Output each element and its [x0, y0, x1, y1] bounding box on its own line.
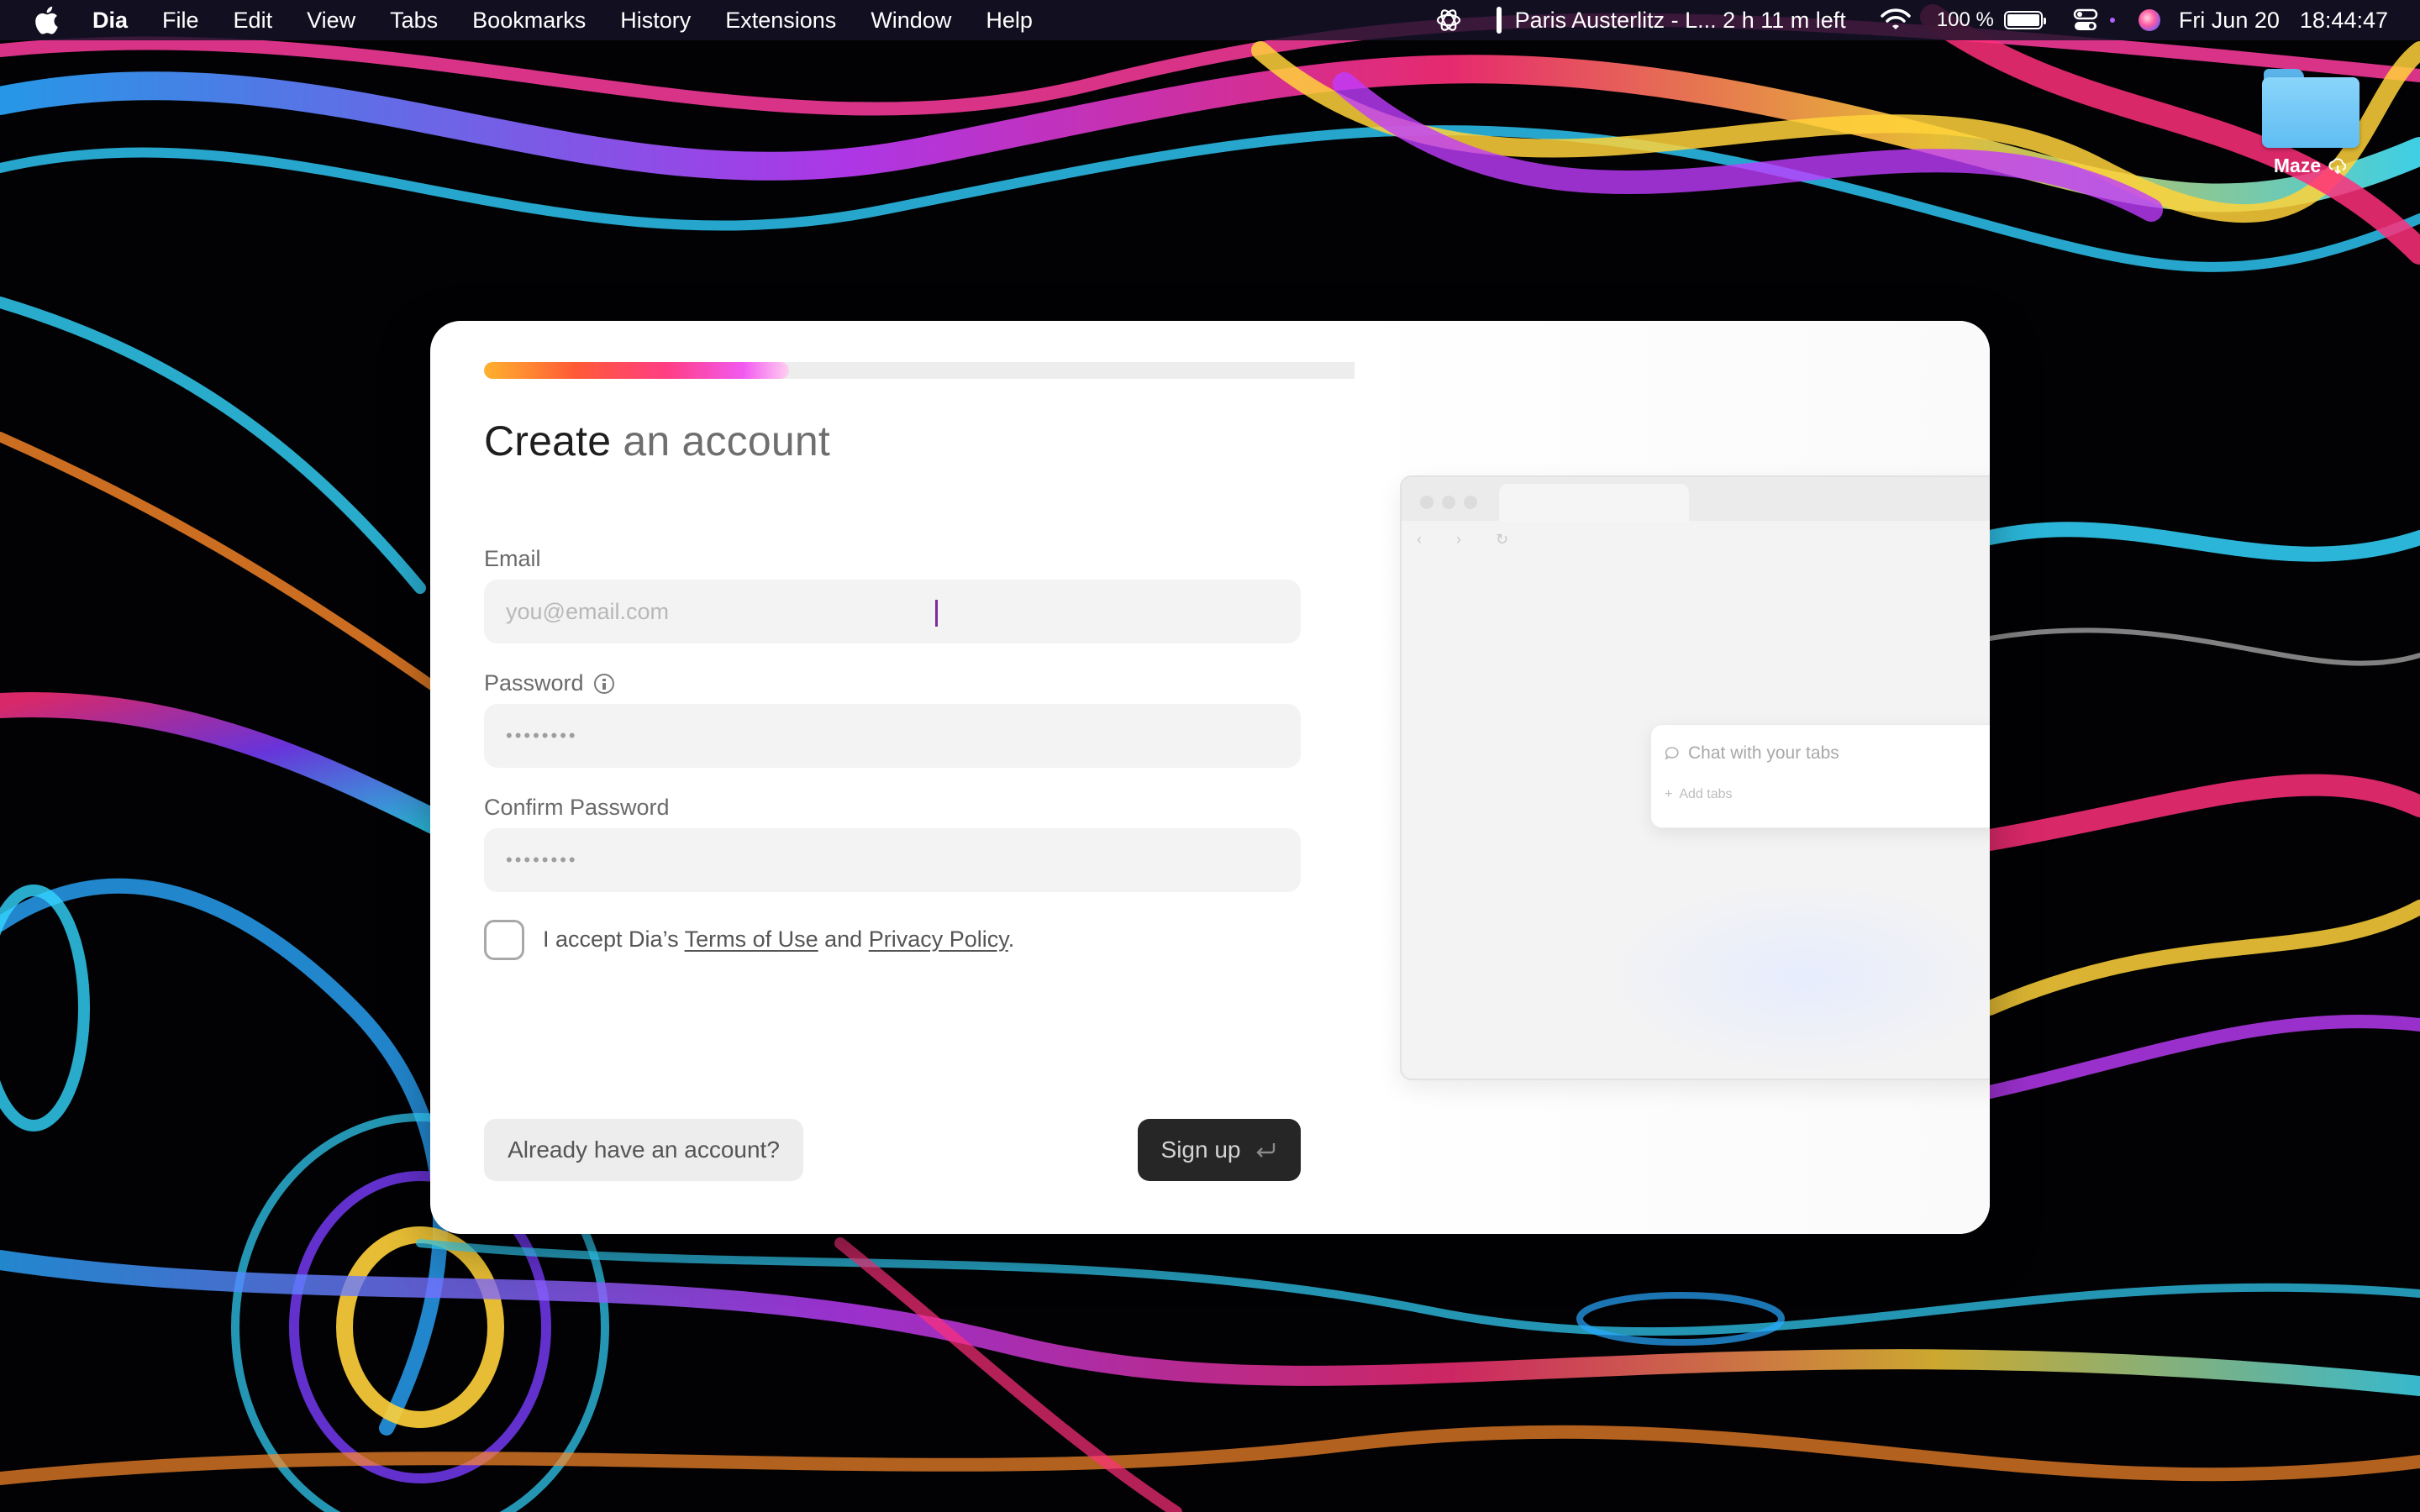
- password-label-text: Password: [484, 670, 584, 696]
- consent-suffix: .: [1007, 927, 1015, 952]
- menu-help[interactable]: Help: [986, 8, 1033, 34]
- battery-level-fill: [2007, 14, 2039, 26]
- menu-window[interactable]: Window: [871, 8, 951, 34]
- menu-app-name[interactable]: Dia: [92, 8, 128, 34]
- sign-up-button[interactable]: Sign up: [1138, 1119, 1301, 1181]
- confirm-password-placeholder-dots: ••••••••: [506, 849, 578, 870]
- chat-bubble-icon: [1665, 747, 1679, 760]
- consent-middle: and: [818, 927, 869, 952]
- password-label: Password: [484, 670, 614, 696]
- add-tabs-text: Add tabs: [1679, 787, 1733, 801]
- notification-dot-icon: [2109, 18, 2115, 23]
- clock-time: 18:44:47: [2299, 7, 2388, 33]
- battery-percent: 100 %: [1936, 8, 1994, 31]
- clock-date: Fri Jun 20: [2178, 7, 2280, 33]
- text-caret: [935, 600, 938, 627]
- control-center-icon[interactable]: [2073, 8, 2102, 33]
- menu-edit[interactable]: Edit: [234, 8, 273, 34]
- title-rest: an account: [611, 417, 831, 465]
- chat-placeholder-text: Chat with your tabs: [1688, 743, 1839, 763]
- preview-active-tab: [1499, 484, 1689, 522]
- folder-icon: [2260, 66, 2361, 151]
- preview-glow: [1603, 880, 1990, 1074]
- wifi-icon[interactable]: [1880, 8, 1912, 33]
- desktop-folder-maze[interactable]: Maze: [2260, 66, 2361, 177]
- now-playing-status[interactable]: Paris Austerlitz - L... 2 h 11 m left: [1496, 7, 1846, 34]
- battery-icon[interactable]: [2003, 11, 2046, 29]
- menu-history[interactable]: History: [620, 8, 691, 34]
- already-have-account-label: Already have an account?: [508, 1137, 780, 1163]
- menu-file[interactable]: File: [162, 8, 199, 34]
- preview-close-dot-icon: [1420, 496, 1434, 509]
- privacy-policy-link[interactable]: Privacy Policy: [869, 927, 1008, 952]
- email-label-text: Email: [484, 546, 541, 571]
- menu-view[interactable]: View: [307, 8, 355, 34]
- email-label: Email: [484, 546, 541, 572]
- confirm-password-label-text: Confirm Password: [484, 795, 670, 820]
- icloud-download-icon: [2328, 157, 2347, 174]
- create-account-dialog: Create an account Email Password •••••••…: [430, 321, 1990, 1234]
- consent-prefix: I accept Dia’s: [543, 927, 685, 952]
- onboarding-progress-fill: [484, 362, 789, 379]
- preview-minimize-dot-icon: [1442, 496, 1455, 509]
- chatgpt-icon[interactable]: [1434, 6, 1463, 34]
- title-main: Create: [484, 417, 612, 465]
- page-title: Create an account: [484, 417, 830, 465]
- terms-consent-text: I accept Dia’s Terms of Use and Privacy …: [543, 927, 1014, 953]
- return-key-icon: [1256, 1143, 1276, 1158]
- confirm-password-field[interactable]: ••••••••: [484, 828, 1301, 892]
- menu-bookmarks[interactable]: Bookmarks: [472, 8, 586, 34]
- password-field[interactable]: ••••••••: [484, 704, 1301, 768]
- plus-icon: +: [1665, 787, 1673, 801]
- already-have-account-button[interactable]: Already have an account?: [484, 1119, 803, 1181]
- chat-with-tabs-card: Chat with your tabs + Add tabs: [1650, 724, 1990, 828]
- terms-of-use-link[interactable]: Terms of Use: [685, 927, 818, 952]
- preview-nav-icons: ‹ › ↻: [1417, 531, 1524, 548]
- apple-menu-icon[interactable]: [34, 6, 59, 34]
- menu-clock[interactable]: Fri Jun 20 18:44:47: [2179, 8, 2388, 34]
- now-playing-text: Paris Austerlitz - L... 2 h 11 m left: [1514, 7, 1846, 33]
- info-icon[interactable]: [593, 673, 614, 694]
- preview-tab-strip: [1402, 477, 1990, 521]
- confirm-password-label: Confirm Password: [484, 795, 670, 821]
- siri-icon[interactable]: [2137, 8, 2162, 33]
- now-playing-bar-icon: [1496, 7, 1502, 34]
- menu-extensions[interactable]: Extensions: [725, 8, 836, 34]
- sign-up-label: Sign up: [1160, 1137, 1241, 1163]
- menu-tabs[interactable]: Tabs: [390, 8, 438, 34]
- menu-bar: Dia File Edit View Tabs Bookmarks Histor…: [0, 0, 2420, 40]
- password-placeholder-dots: ••••••••: [506, 725, 578, 746]
- email-field[interactable]: [484, 580, 1301, 643]
- preview-zoom-dot-icon: [1464, 496, 1477, 509]
- folder-label: Maze: [2273, 155, 2322, 176]
- terms-checkbox[interactable]: [484, 920, 524, 960]
